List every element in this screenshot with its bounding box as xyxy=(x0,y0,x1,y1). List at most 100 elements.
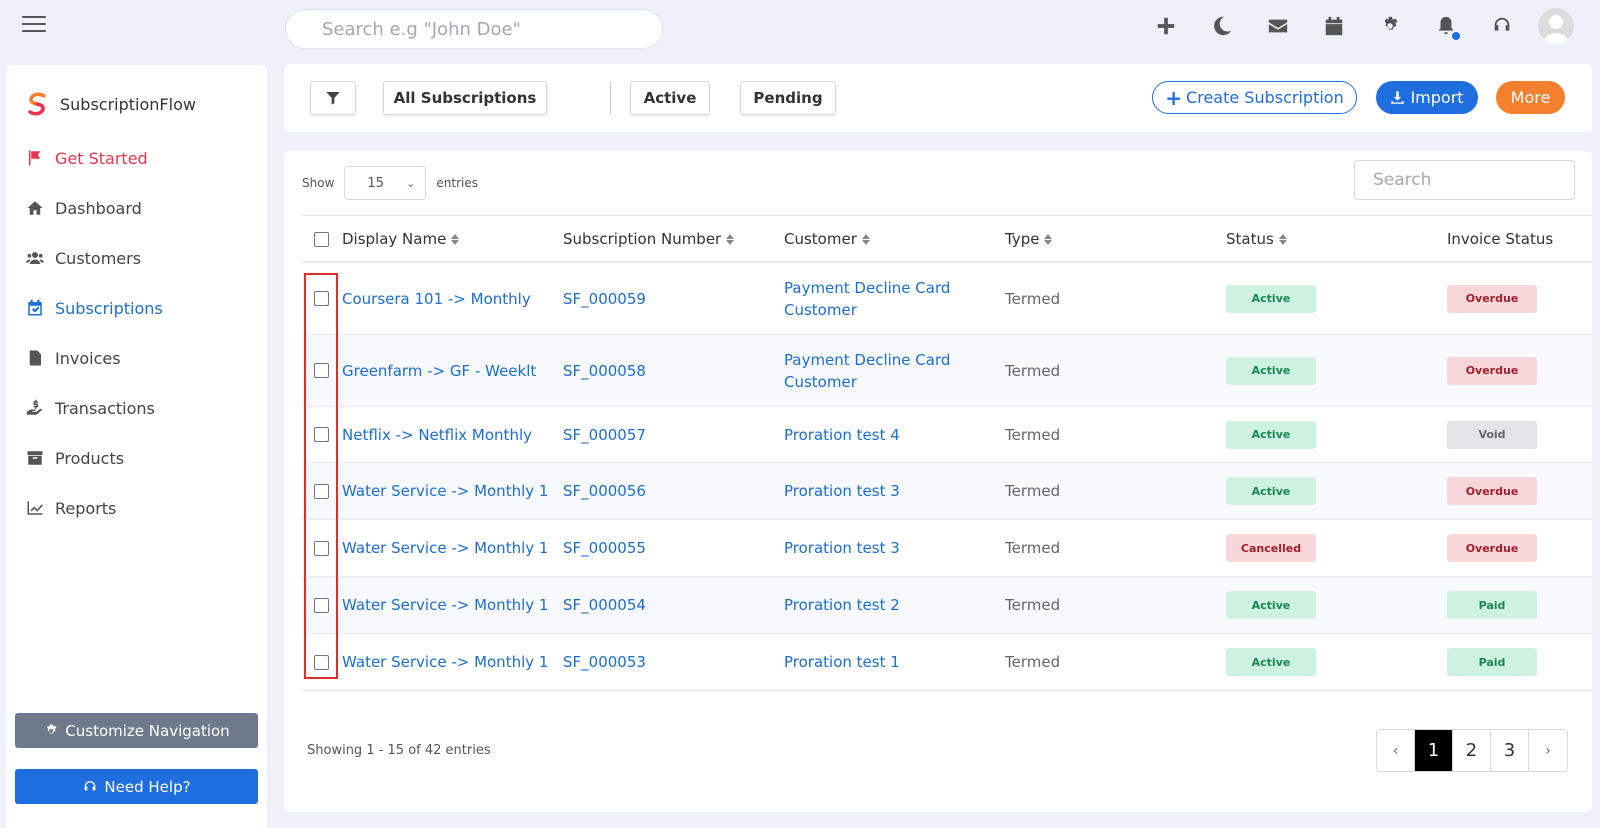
active-filter-button[interactable]: Active xyxy=(630,81,710,115)
subscription-number-link[interactable]: SF_000057 xyxy=(563,407,646,462)
customer-link[interactable]: Payment Decline Card Customer xyxy=(784,263,974,334)
sidebar-item-label: Dashboard xyxy=(55,198,142,218)
display-name-link[interactable]: Water Service -> Monthly 1 xyxy=(342,577,548,633)
create-subscription-button[interactable]: + Create Subscription xyxy=(1152,81,1357,114)
column-status[interactable]: Status xyxy=(1226,216,1287,262)
all-subscriptions-button[interactable]: All Subscriptions xyxy=(383,81,547,115)
brand[interactable]: SubscriptionFlow xyxy=(6,65,267,121)
sidebar-item-label: Transactions xyxy=(55,398,155,418)
headset-icon xyxy=(85,780,96,790)
page-3-button[interactable]: 3 xyxy=(1491,730,1529,771)
invoice-status-badge: Overdue xyxy=(1447,534,1537,562)
column-subscription-number[interactable]: Subscription Number xyxy=(563,216,735,262)
table-row: Greenfarm -> GF - Weeklt SF_000058 Payme… xyxy=(302,335,1592,407)
type-value: Termed xyxy=(1005,289,1061,308)
table-search-input[interactable] xyxy=(1354,160,1575,200)
table-row: Netflix -> Netflix Monthly SF_000057 Pro… xyxy=(302,407,1592,463)
need-help-button[interactable]: Need Help? xyxy=(15,769,258,804)
next-page-button[interactable]: › xyxy=(1529,730,1567,771)
filter-button[interactable] xyxy=(310,81,356,115)
customer-link[interactable]: Payment Decline Card Customer xyxy=(784,335,974,406)
brand-name: SubscriptionFlow xyxy=(60,94,196,114)
display-name-link[interactable]: Netflix -> Netflix Monthly xyxy=(342,407,532,462)
sort-icon xyxy=(1278,233,1287,245)
status-badge: Active xyxy=(1226,648,1316,676)
customer-link[interactable]: Proration test 4 xyxy=(784,407,900,462)
download-icon xyxy=(1391,91,1405,104)
column-invoice-status[interactable]: Invoice Status xyxy=(1447,216,1553,262)
type-value: Termed xyxy=(1005,596,1061,614)
sidebar: SubscriptionFlow Get Started Dashboard C… xyxy=(6,65,267,828)
sidebar-item-label: Subscriptions xyxy=(55,298,163,318)
subscriptionflow-logo-icon xyxy=(28,92,46,116)
row-checkbox[interactable] xyxy=(314,597,329,613)
sidebar-item-products[interactable]: Products xyxy=(6,433,267,483)
pending-filter-button[interactable]: Pending xyxy=(740,81,836,115)
subscription-number-link[interactable]: SF_000055 xyxy=(563,520,646,576)
select-all-checkbox[interactable] xyxy=(314,231,329,247)
row-checkbox[interactable] xyxy=(314,363,329,378)
customer-link[interactable]: Proration test 3 xyxy=(784,520,900,576)
sidebar-item-label: Get Started xyxy=(55,148,148,168)
import-button[interactable]: Import xyxy=(1376,81,1478,114)
avatar[interactable] xyxy=(1538,8,1574,44)
table-header: Display Name Subscription Number Custome… xyxy=(302,215,1592,263)
page-size-select[interactable]: 15 ⌄ xyxy=(344,166,427,200)
more-button[interactable]: More xyxy=(1496,81,1565,114)
column-type[interactable]: Type xyxy=(1005,216,1053,262)
envelope-icon[interactable] xyxy=(1264,12,1292,40)
customize-navigation-button[interactable]: Customize Navigation xyxy=(15,713,258,748)
page-2-button[interactable]: 2 xyxy=(1453,730,1491,771)
filter-bar: All Subscriptions Active Pending + Creat… xyxy=(284,64,1592,132)
notification-dot xyxy=(1450,30,1462,42)
sidebar-item-label: Products xyxy=(55,448,125,468)
subscription-number-link[interactable]: SF_000054 xyxy=(563,577,646,633)
type-value: Termed xyxy=(1005,539,1061,557)
row-checkbox[interactable] xyxy=(314,427,329,442)
sidebar-item-customers[interactable]: Customers xyxy=(6,233,267,283)
row-checkbox[interactable] xyxy=(314,654,329,670)
invoice-status-badge: Overdue xyxy=(1447,284,1537,313)
subscription-number-link[interactable]: SF_000059 xyxy=(563,263,646,334)
sidebar-item-label: Reports xyxy=(55,498,117,518)
sort-icon xyxy=(726,233,735,245)
sidebar-item-subscriptions[interactable]: Subscriptions xyxy=(6,283,267,333)
sidebar-item-get-started[interactable]: Get Started xyxy=(6,133,267,183)
moon-icon[interactable] xyxy=(1208,12,1236,40)
plus-icon[interactable] xyxy=(1152,12,1180,40)
customer-link[interactable]: Proration test 1 xyxy=(784,634,900,690)
sidebar-item-transactions[interactable]: Transactions xyxy=(6,383,267,433)
row-checkbox[interactable] xyxy=(314,540,329,556)
status-badge: Active xyxy=(1226,477,1316,505)
status-badge: Active xyxy=(1226,356,1316,385)
bell-icon[interactable] xyxy=(1432,12,1462,42)
gear-icon[interactable] xyxy=(1376,12,1404,40)
column-display-name[interactable]: Display Name xyxy=(342,216,460,262)
display-name-link[interactable]: Coursera 101 -> Monthly xyxy=(342,263,531,334)
subscription-number-link[interactable]: SF_000058 xyxy=(563,335,646,406)
subscription-number-link[interactable]: SF_000053 xyxy=(563,634,646,690)
type-value: Termed xyxy=(1005,482,1061,500)
type-value: Termed xyxy=(1005,425,1061,444)
hamburger-menu-icon[interactable] xyxy=(22,16,46,34)
sidebar-item-dashboard[interactable]: Dashboard xyxy=(6,183,267,233)
customer-link[interactable]: Proration test 2 xyxy=(784,577,900,633)
calendar-icon[interactable] xyxy=(1320,12,1348,40)
row-checkbox[interactable] xyxy=(314,483,329,499)
row-checkbox[interactable] xyxy=(314,291,329,306)
page-1-button[interactable]: 1 xyxy=(1415,730,1453,771)
customer-link[interactable]: Proration test 3 xyxy=(784,463,900,519)
display-name-link[interactable]: Greenfarm -> GF - Weeklt xyxy=(342,335,536,406)
column-customer[interactable]: Customer xyxy=(784,216,870,262)
display-name-link[interactable]: Water Service -> Monthly 1 xyxy=(342,463,548,519)
headset-icon[interactable] xyxy=(1488,12,1516,40)
subscription-number-link[interactable]: SF_000056 xyxy=(563,463,646,519)
display-name-link[interactable]: Water Service -> Monthly 1 xyxy=(342,634,548,690)
global-search-input[interactable] xyxy=(285,9,663,49)
display-name-link[interactable]: Water Service -> Monthly 1 xyxy=(342,520,548,576)
prev-page-button[interactable]: ‹ xyxy=(1377,730,1415,771)
table-row: Coursera 101 -> Monthly SF_000059 Paymen… xyxy=(302,263,1592,335)
sidebar-item-reports[interactable]: Reports xyxy=(6,483,267,533)
sidebar-item-invoices[interactable]: Invoices xyxy=(6,333,267,383)
calendar-check-icon xyxy=(24,298,46,318)
